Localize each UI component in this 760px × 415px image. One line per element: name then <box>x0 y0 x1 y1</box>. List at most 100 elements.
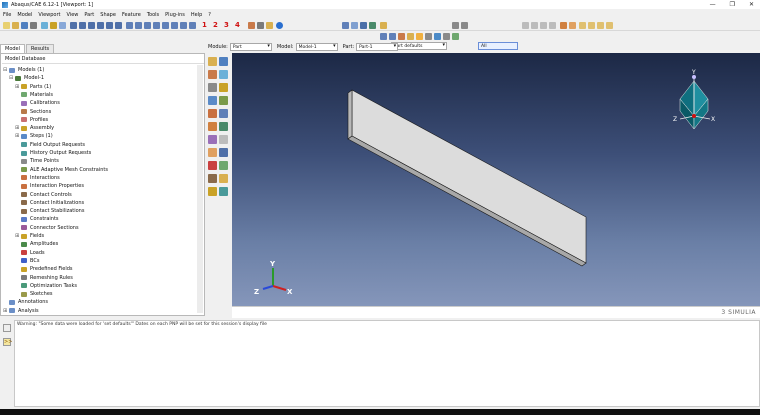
menu-shape[interactable]: Shape <box>97 12 119 18</box>
right-view-icon[interactable] <box>180 22 187 29</box>
toolbar2-color-icon[interactable] <box>398 33 405 40</box>
close-button[interactable]: ✕ <box>749 1 754 8</box>
tree-item[interactable]: Sections <box>15 108 51 116</box>
tab-model[interactable]: Model <box>0 44 26 53</box>
tree-item[interactable]: ⊞ Fields <box>15 232 44 240</box>
toolbar2-options-icon[interactable] <box>443 33 450 40</box>
python-console-icon[interactable]: >> <box>3 338 12 346</box>
toolbox-tool-icon[interactable] <box>219 135 228 144</box>
tree-icon[interactable] <box>50 22 57 29</box>
toolbar2-light-icon[interactable] <box>407 33 414 40</box>
tab-results[interactable]: Results <box>26 44 55 53</box>
cube-origin-handle[interactable] <box>692 114 696 118</box>
toolbox-tool-icon[interactable] <box>219 83 228 92</box>
mesh-icon[interactable] <box>41 22 48 29</box>
tree-item[interactable]: Contact Controls <box>15 191 72 199</box>
toolbox-tool-icon[interactable] <box>208 70 217 79</box>
expand-toggle-icon[interactable]: ⊞ <box>15 125 20 131</box>
tree-item[interactable]: ALE Adaptive Mesh Constraints <box>15 166 108 174</box>
menu-context-help[interactable]: ? <box>205 12 214 18</box>
view-number-1[interactable]: 1 <box>202 21 207 29</box>
expand-toggle-icon[interactable]: ⊞ <box>15 84 20 90</box>
menu-plugins[interactable]: Plug-ins <box>162 12 188 18</box>
tree-item[interactable]: Contact Initializations <box>15 199 84 207</box>
model-select[interactable]: Model-1 <box>295 43 338 51</box>
toolbar2-lock-icon[interactable] <box>434 33 441 40</box>
toolbox-tool-icon[interactable] <box>208 135 217 144</box>
expand-toggle-icon[interactable]: ⊞ <box>15 133 20 139</box>
tree-item[interactable]: ⊞ Steps (1) <box>15 132 53 140</box>
magnify-icon[interactable] <box>88 22 95 29</box>
info-icon[interactable] <box>276 22 283 29</box>
toolbar2-highlight-icon[interactable] <box>416 33 423 40</box>
view-number-4[interactable]: 4 <box>235 21 240 29</box>
tree-item[interactable]: History Output Requests <box>15 149 91 157</box>
viewport-canvas[interactable]: Y Z X Y X Z <box>232 53 760 306</box>
colorbox-icon[interactable] <box>248 22 255 29</box>
toolbar2-visible-icon[interactable] <box>452 33 459 40</box>
tree-scrollbar[interactable] <box>197 65 203 313</box>
menu-tools[interactable]: Tools <box>144 12 162 18</box>
tree-item[interactable]: Predefined Fields <box>15 265 73 273</box>
rotate-icon[interactable] <box>79 22 86 29</box>
expand-toggle-icon[interactable]: ⊟ <box>3 67 8 73</box>
top-view-icon[interactable] <box>153 22 160 29</box>
toolbox-tool-icon[interactable] <box>219 161 228 170</box>
tree-item[interactable]: Calibrations <box>15 99 60 107</box>
model-database-select[interactable]: Model Database <box>5 56 45 62</box>
tree-item[interactable]: ⊞ Parts (1) <box>15 83 51 91</box>
menu-view[interactable]: View <box>64 12 82 18</box>
expand-toggle-icon[interactable]: ⊞ <box>3 308 8 314</box>
expand-toggle-icon[interactable]: ⊞ <box>15 233 20 239</box>
select-circle-icon[interactable] <box>540 22 547 29</box>
toolbox-tool-icon[interactable] <box>219 57 228 66</box>
toolbox-tool-icon[interactable] <box>219 187 228 196</box>
tree-item[interactable]: Optimization Tasks <box>15 282 77 290</box>
tree-item[interactable]: Amplitudes <box>15 240 58 248</box>
toolbox-tool-icon[interactable] <box>208 57 217 66</box>
select-box-icon[interactable] <box>531 22 538 29</box>
hidden-icon[interactable] <box>360 22 367 29</box>
tree-item[interactable]: Profiles <box>15 116 48 124</box>
color-mapping-icon[interactable] <box>452 22 459 29</box>
iso-view-icon[interactable] <box>189 22 196 29</box>
cube-view-icon-3[interactable] <box>597 22 604 29</box>
toolbox-tool-icon[interactable] <box>219 70 228 79</box>
select-polygon-icon[interactable] <box>549 22 556 29</box>
toolbox-tool-icon[interactable] <box>208 122 217 131</box>
expand-toggle-icon[interactable]: ⊟ <box>9 75 14 81</box>
toolbox-tool-icon[interactable] <box>208 174 217 183</box>
query-icon[interactable] <box>59 22 66 29</box>
maximize-button[interactable]: ❐ <box>730 1 735 8</box>
shaded-icon[interactable] <box>369 22 376 29</box>
pan-icon[interactable] <box>70 22 77 29</box>
wireframe-icon[interactable] <box>351 22 358 29</box>
display-assembly-icon[interactable] <box>569 22 576 29</box>
front-view-icon[interactable] <box>135 22 142 29</box>
tree-item[interactable]: Loads <box>15 249 45 257</box>
toolbox-tool-icon[interactable] <box>208 148 217 157</box>
tree-item[interactable]: Interactions <box>15 174 60 182</box>
views-icon[interactable] <box>126 22 133 29</box>
save-icon[interactable] <box>21 22 28 29</box>
toolbar2-view-icon[interactable] <box>380 33 387 40</box>
toolbox-tool-icon[interactable] <box>219 96 228 105</box>
grid-icon[interactable] <box>257 22 264 29</box>
open-file-icon[interactable] <box>12 22 19 29</box>
render-style-icon[interactable] <box>342 22 349 29</box>
toolbox-tool-icon[interactable] <box>219 122 228 131</box>
tree-item[interactable]: BCs <box>15 257 39 265</box>
toolbar2-transparency-icon[interactable] <box>425 33 432 40</box>
display-part-icon[interactable] <box>560 22 567 29</box>
tree-item[interactable]: ⊞ Assembly <box>15 124 54 132</box>
color-code-icon[interactable] <box>380 22 387 29</box>
toolbox-tool-icon[interactable] <box>219 174 228 183</box>
bottom-view-icon[interactable] <box>162 22 169 29</box>
auto-fit-icon[interactable] <box>106 22 113 29</box>
tree-item[interactable]: Materials <box>15 91 53 99</box>
menu-file[interactable]: File <box>0 12 14 18</box>
minimize-button[interactable]: — <box>710 1 716 8</box>
tree-item[interactable]: ⊟ Model-1 <box>9 74 44 82</box>
display-group-icon[interactable] <box>461 22 468 29</box>
part-select[interactable]: Part-1 <box>356 43 399 51</box>
